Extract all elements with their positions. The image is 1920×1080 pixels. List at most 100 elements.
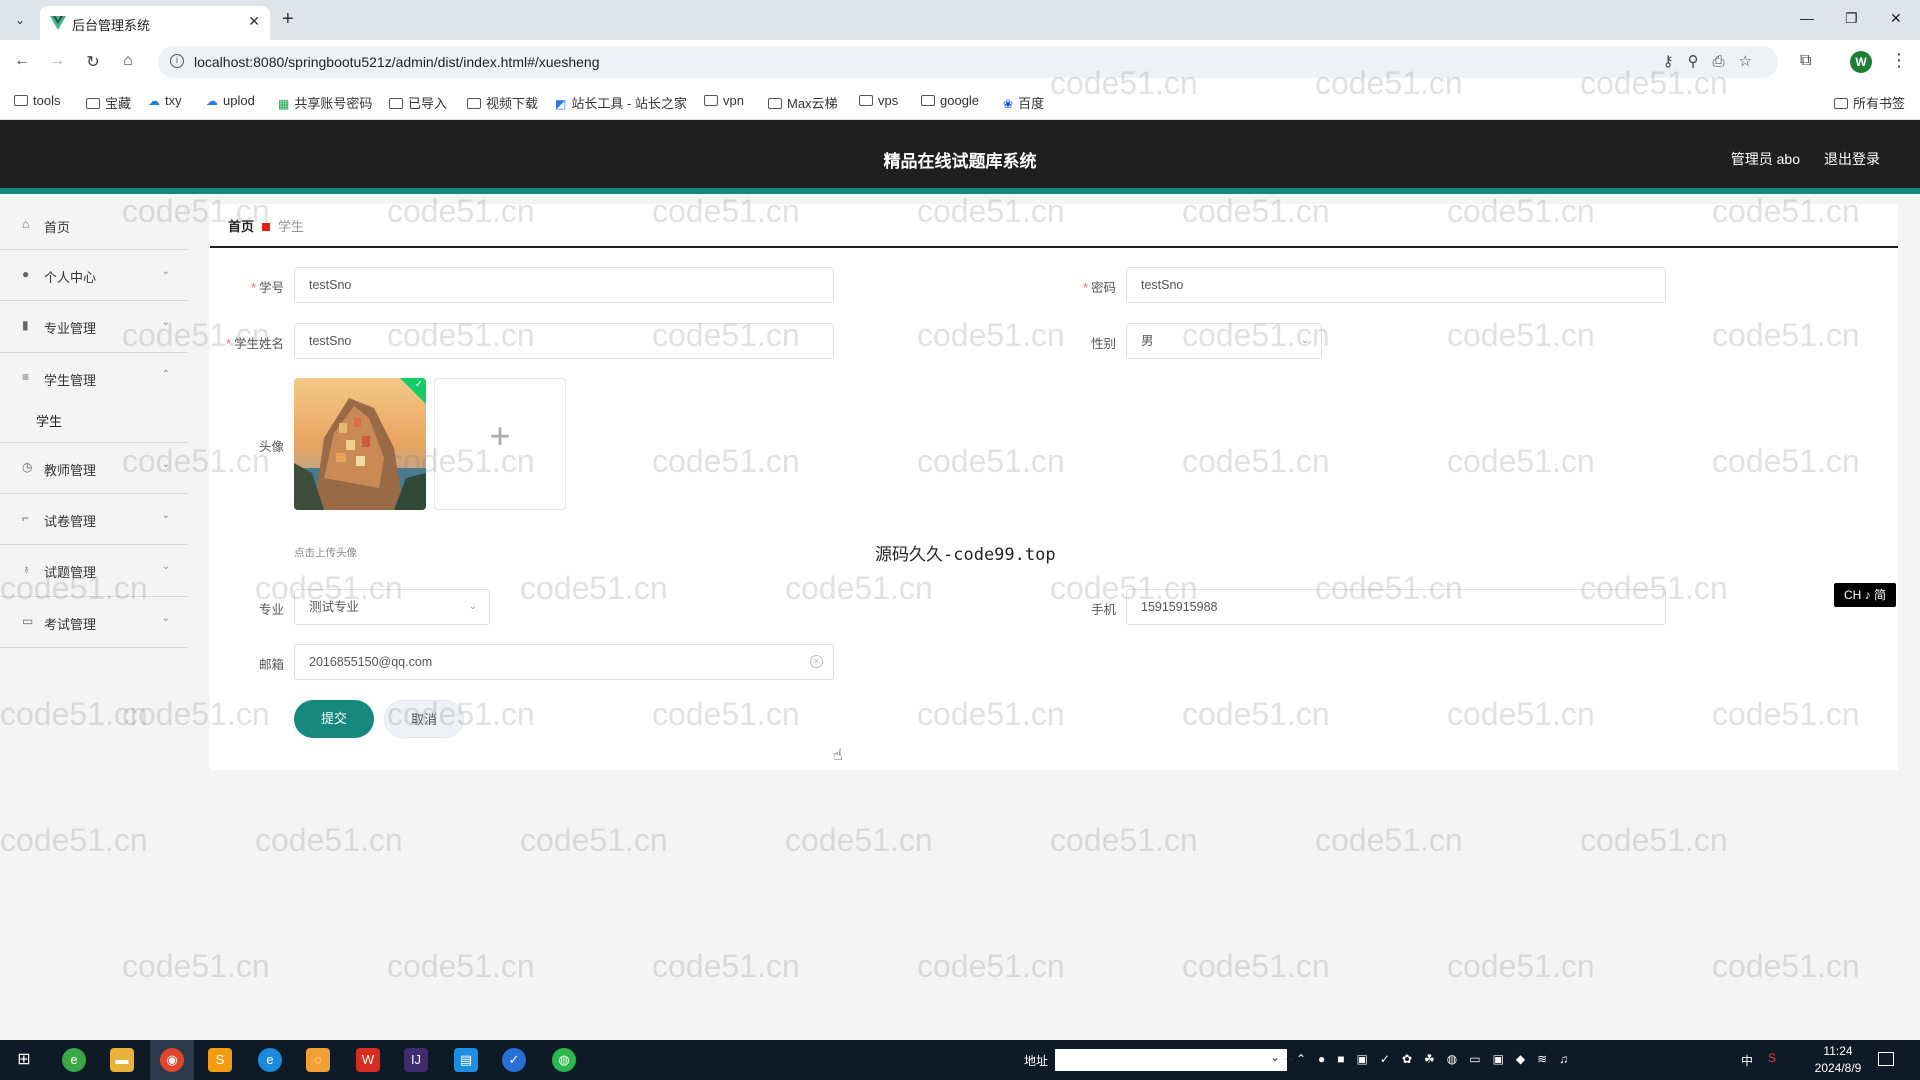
bookmark-link[interactable]: ◩ 站长工具 - 站长之家 (555, 93, 687, 112)
bookmark-link[interactable]: ☁ uplod (206, 93, 255, 108)
window-close-icon[interactable]: ✕ (1890, 10, 1902, 27)
user-icon: ● (22, 267, 30, 281)
bookmarks-bar: tools 宝藏 ☁ txy ☁ uplod ▦ 共享账号密码 已导入 视频下载 ◩ 站… (0, 84, 1920, 120)
email-label: 邮箱 (258, 658, 284, 672)
watermark-text: code51.cn (1315, 822, 1463, 858)
file-explorer-icon[interactable]: ▬ (110, 1048, 134, 1072)
major-select[interactable]: 测试专业 ⌄ (294, 589, 490, 625)
breadcrumb-home[interactable]: 首页 (228, 219, 254, 234)
forward-icon[interactable]: → (47, 52, 67, 70)
gender-select[interactable]: 男 ⌄ (1126, 323, 1322, 359)
tab-search-icon[interactable]: ⌄ (8, 8, 32, 32)
reload-icon[interactable]: ↻ (83, 52, 103, 72)
home-icon: ⌂ (22, 217, 30, 231)
vscode-icon[interactable]: ✓ (502, 1048, 526, 1072)
bookmark-folder[interactable]: 已导入 (389, 93, 447, 112)
app-icon[interactable]: ◌ (306, 1048, 330, 1072)
sidebar-item-exams[interactable]: ▭ 考试管理 ⌄ (0, 597, 188, 648)
bookmark-folder[interactable]: 宝藏 (86, 93, 131, 112)
bookmark-folder[interactable]: vpn (704, 93, 744, 108)
email-input[interactable]: 2016855150@qq.com ✕ (294, 644, 834, 680)
bookmark-folder[interactable]: 视频下载 (467, 93, 538, 112)
bookmark-link[interactable]: ▦ 共享账号密码 (278, 93, 372, 112)
bookmark-folder[interactable]: google (921, 93, 979, 108)
password-input[interactable]: testSno (1126, 267, 1666, 303)
url-field[interactable]: i localhost:8080/springbootu521z/admin/d… (158, 46, 1778, 78)
bookmark-link[interactable]: ❀ 百度 (1003, 93, 1044, 112)
bookmark-folder[interactable]: vps (859, 93, 898, 108)
sidebar-item-label: 专业管理 (44, 321, 97, 336)
system-tray-icons[interactable]: ⌃●■▣✓✿☘◍▭▣◆≋♫ (1296, 1052, 1580, 1066)
bookmark-folder[interactable]: tools (14, 93, 60, 108)
watermark-text: code51.cn (652, 948, 800, 984)
book-icon: ▮ (22, 318, 29, 332)
sidebar-item-teachers[interactable]: ◷ 教师管理 ⌄ (0, 443, 188, 494)
folder-icon (859, 95, 873, 106)
profile-avatar[interactable]: W (1850, 51, 1872, 73)
editor-icon[interactable]: ▤ (454, 1048, 478, 1072)
browser-360-icon[interactable]: e (62, 1048, 86, 1072)
intellij-icon[interactable]: IJ (404, 1048, 428, 1072)
paw-icon: ❀ (1003, 97, 1014, 111)
chevron-down-icon: ⌄ (161, 266, 170, 277)
restore-icon[interactable]: ❐ (1845, 10, 1858, 27)
bookmark-folder[interactable]: Max云梯 (768, 93, 838, 112)
more-menu-icon[interactable]: ⋮ (1890, 50, 1908, 71)
windows-start-icon[interactable]: ⊞ (12, 1048, 36, 1072)
chrome-icon[interactable]: ◉ (160, 1048, 184, 1072)
wechat-icon[interactable]: ◍ (552, 1048, 576, 1072)
sidebar-item-papers[interactable]: ⌐ 试卷管理 ⌄ (0, 494, 188, 545)
crop-icon: ⌐ (22, 511, 30, 525)
bookmark-link[interactable]: ☁ txy (148, 93, 182, 108)
edge-icon[interactable]: e (258, 1048, 282, 1072)
sidebar-item-profile[interactable]: ● 个人中心 ⌄ (0, 250, 188, 301)
home-browser-icon[interactable]: ⌂ (118, 52, 138, 70)
sidebar-item-label: 首页 (44, 220, 71, 235)
list-icon: ≡ (22, 370, 30, 384)
clock[interactable]: 11:24 2024/8/9 (1806, 1043, 1870, 1077)
avatar-label: 头像 (258, 440, 284, 454)
address-toolbar-input[interactable] (1055, 1049, 1287, 1071)
monitor-icon: ▭ (22, 614, 34, 628)
avatar-upload-button[interactable]: + (434, 378, 566, 510)
breadcrumb-current: 学生 (278, 219, 305, 234)
clear-icon[interactable]: ✕ (810, 655, 823, 668)
sidebar-item-questions[interactable]: ♁ 试题管理 ⌄ (0, 545, 188, 597)
logout-link[interactable]: 退出登录 (1824, 149, 1880, 169)
minimize-icon[interactable]: — (1800, 10, 1814, 26)
student-no-input[interactable]: testSno (294, 267, 834, 303)
language-indicator[interactable]: 中 (1741, 1052, 1753, 1069)
input-method-icon[interactable]: S (1768, 1051, 1776, 1065)
folder-icon (389, 98, 403, 109)
cancel-button[interactable]: 取消 (384, 700, 464, 738)
sidebar-item-label: 教师管理 (44, 463, 97, 478)
tab-close-icon[interactable]: ✕ (248, 13, 260, 30)
notification-icon[interactable] (1878, 1052, 1894, 1066)
student-no-label: * 学号 (251, 281, 284, 295)
wps-icon[interactable]: W (356, 1048, 380, 1072)
browser-tab-bar: ⌄ 后台管理系统 ✕ + — ❐ ✕ (0, 0, 1920, 40)
sidebar-item-home[interactable]: ⌂ 首页 (0, 200, 188, 250)
ime-indicator[interactable]: CH ♪ 简 (1834, 583, 1896, 607)
sidebar-subitem-student[interactable]: 学生 (36, 411, 62, 430)
name-input[interactable]: testSno (294, 323, 834, 359)
back-icon[interactable]: ← (12, 52, 32, 70)
sidebar-item-major[interactable]: ▮ 专业管理 ⌄ (0, 301, 188, 353)
new-tab-icon[interactable]: + (282, 8, 294, 30)
go-arrow-icon[interactable]: ⌄ → (1270, 1050, 1295, 1064)
avatar-image[interactable]: ✓ (294, 378, 426, 510)
site-info-icon[interactable]: i (170, 54, 184, 68)
chevron-down-icon: ⌄ (161, 510, 170, 521)
sublime-icon[interactable]: S (208, 1048, 232, 1072)
sidebar-item-label: 个人中心 (44, 270, 97, 285)
browser-address-bar: ← → ↻ ⌂ i localhost:8080/springbootu521z… (0, 40, 1920, 84)
browser-tab[interactable]: 后台管理系统 ✕ (40, 6, 270, 40)
all-bookmarks[interactable]: 所有书签 (1834, 93, 1905, 112)
chevron-down-icon: ⌄ (1300, 335, 1309, 346)
omnibox-action-icons[interactable]: ⚷⚲⎙☆ (1663, 52, 1766, 70)
phone-input[interactable]: 15915915988 (1126, 589, 1666, 625)
windows-taskbar: ⊞ e ▬ ◉ S e ◌ W IJ ▤ ✓ ◍ 地址 ⌄ → ⌃●■▣✓✿☘◍… (0, 1040, 1920, 1080)
extensions-icon[interactable]: ⧉ (1800, 52, 1811, 70)
sidebar-item-students[interactable]: ≡ 学生管理 ⌃ (0, 353, 188, 443)
submit-button[interactable]: 提交 (294, 700, 374, 738)
